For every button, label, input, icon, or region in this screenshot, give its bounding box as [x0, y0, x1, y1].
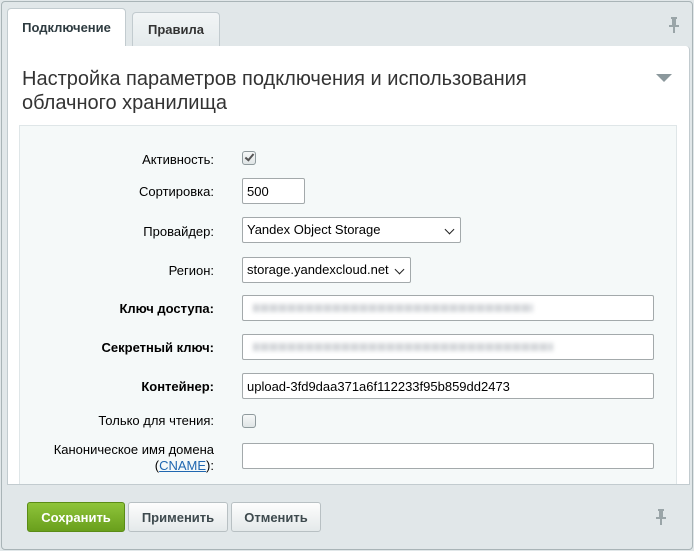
pin-icon[interactable]	[668, 17, 680, 33]
active-label: Активность:	[142, 152, 214, 167]
container-label: Контейнер:	[141, 379, 214, 394]
connection-form: Активность: Сортировка: Провайдер: Yande…	[19, 125, 677, 484]
container-input[interactable]	[242, 373, 654, 399]
region-select[interactable]: storage.yandexcloud.net	[242, 257, 411, 283]
secret-key-input[interactable]	[242, 334, 654, 360]
cname-label-text: Каноническое имя домена	[53, 442, 214, 457]
readonly-label: Только для чтения:	[98, 413, 214, 428]
connection-card: Настройка параметров подключения и испол…	[7, 46, 690, 485]
access-key-input[interactable]	[242, 295, 654, 321]
settings-panel: Подключение Правила Настройка параметров…	[1, 1, 693, 550]
secret-key-label: Секретный ключ:	[101, 340, 214, 355]
cname-input[interactable]	[242, 443, 654, 469]
provider-label: Провайдер:	[143, 224, 214, 239]
apply-button[interactable]: Применить	[128, 502, 228, 532]
access-key-masked-value	[253, 304, 533, 312]
cname-help-link[interactable]: CNAME	[159, 458, 206, 473]
chevron-down-icon	[394, 264, 405, 275]
cancel-button[interactable]: Отменить	[231, 502, 321, 532]
provider-value: Yandex Object Storage	[247, 222, 381, 237]
provider-select[interactable]: Yandex Object Storage	[242, 217, 461, 243]
chevron-down-icon	[444, 224, 455, 235]
region-value: storage.yandexcloud.net	[247, 262, 389, 277]
cname-label: Каноническое имя домена (CNAME):	[54, 442, 214, 474]
tab-rules-label: Правила	[148, 22, 204, 37]
access-key-label: Ключ доступа:	[119, 301, 214, 316]
cname-close-paren: ):	[206, 458, 214, 473]
sort-input[interactable]	[242, 178, 305, 204]
tab-connection-label: Подключение	[22, 20, 111, 35]
active-checkbox[interactable]	[242, 151, 256, 165]
region-label: Регион:	[168, 263, 214, 278]
section-heading: Настройка параметров подключения и испол…	[22, 68, 527, 114]
tab-connection[interactable]: Подключение	[7, 8, 126, 46]
tab-rules[interactable]: Правила	[132, 12, 220, 46]
pin-icon[interactable]	[655, 509, 667, 525]
secret-key-masked-value	[253, 343, 553, 351]
collapse-arrow-icon[interactable]	[656, 74, 672, 82]
sort-label: Сортировка:	[139, 184, 214, 199]
save-button[interactable]: Сохранить	[27, 502, 125, 532]
checkmark-icon	[244, 151, 255, 162]
readonly-checkbox[interactable]	[242, 414, 256, 428]
